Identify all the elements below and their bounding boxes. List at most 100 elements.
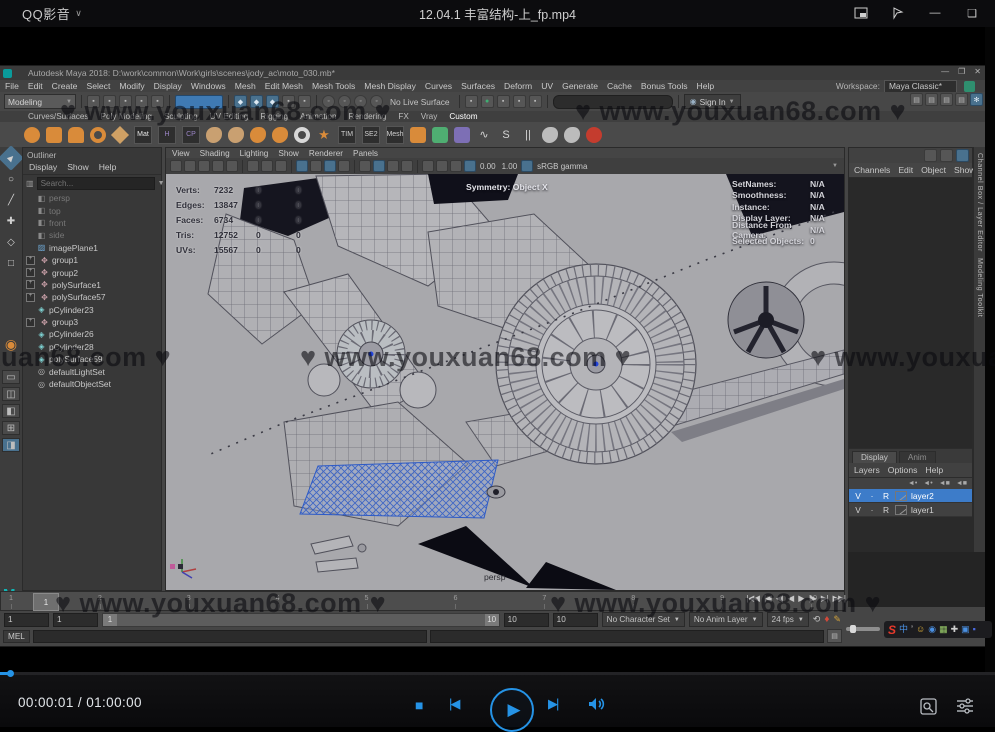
poly-plane-icon[interactable] bbox=[111, 125, 129, 143]
video-region[interactable]: Autodesk Maya 2018: D:\work\common\Work\… bbox=[0, 27, 995, 672]
status-icon-select-hierarchy[interactable]: ◆ bbox=[234, 95, 247, 108]
use-default-material-icon[interactable] bbox=[401, 160, 413, 172]
character-set-select[interactable]: No Character Set▼ bbox=[602, 612, 685, 627]
viewport-menu-panels[interactable]: Panels bbox=[353, 149, 378, 158]
field-chart-icon[interactable] bbox=[338, 160, 350, 172]
mat-chip-icon[interactable]: Mat bbox=[134, 126, 152, 144]
status-icon-open-scene[interactable]: ▪ bbox=[103, 95, 116, 108]
chevron-down-icon[interactable]: ▼ bbox=[158, 180, 165, 187]
range-handle-left[interactable]: 1 bbox=[103, 614, 117, 626]
status-icon-snap-projected-center[interactable]: ◦ bbox=[338, 95, 351, 108]
shelf-tab-curves-surfaces[interactable]: Curves/Surfaces bbox=[28, 112, 89, 121]
menu-windows[interactable]: Windows bbox=[191, 81, 226, 91]
menu-surfaces[interactable]: Surfaces bbox=[461, 81, 495, 91]
layer-color-swatch[interactable] bbox=[895, 505, 907, 515]
layer-color-swatch[interactable] bbox=[895, 491, 907, 501]
soft-modification[interactable]: ◉ bbox=[2, 335, 20, 353]
layer-playback-toggle[interactable]: · bbox=[867, 491, 877, 501]
chevron-down-icon[interactable]: ▼ bbox=[832, 163, 838, 169]
red-sphere-icon[interactable] bbox=[586, 127, 602, 143]
status-icon-save-scene[interactable]: ▪ bbox=[119, 95, 132, 108]
mode-selector[interactable]: Modeling▼ bbox=[4, 94, 76, 109]
go-to-start-button[interactable]: |◀◀ bbox=[747, 593, 759, 604]
paint-select-tool[interactable]: ╱ bbox=[2, 191, 20, 209]
outliner-item-top[interactable]: ◧top bbox=[23, 204, 161, 216]
rotate-tool[interactable]: ◇ bbox=[2, 233, 20, 251]
status-icon-ipr-render[interactable]: ▪ bbox=[497, 95, 510, 108]
chip-mesh-icon[interactable]: Mesh bbox=[386, 126, 404, 144]
viewport-menu-lighting[interactable]: Lighting bbox=[240, 149, 269, 158]
anim-layer-select[interactable]: No Anim Layer▼ bbox=[689, 612, 763, 627]
outliner-item-front[interactable]: ◧front bbox=[23, 217, 161, 229]
channel-box-menu-object[interactable]: Object bbox=[921, 165, 946, 175]
shelf-tab-animation[interactable]: Animation bbox=[300, 112, 336, 121]
night-mode-icon[interactable]: ▪ bbox=[973, 625, 976, 634]
shelf-tab-fx[interactable]: FX bbox=[398, 112, 408, 121]
poly-cube-icon[interactable] bbox=[46, 127, 62, 143]
status-icon-redo[interactable]: ▪ bbox=[151, 95, 164, 108]
status-icon-tool-settings-toggle[interactable]: ▤ bbox=[925, 93, 938, 106]
status-icon-snap-grid[interactable]: ▪ bbox=[282, 95, 295, 108]
status-icon-select-component[interactable]: ◆ bbox=[266, 95, 279, 108]
layout-four-pane[interactable]: ⊞ bbox=[2, 421, 20, 435]
green-checker-icon[interactable] bbox=[432, 127, 448, 143]
shelf-tab-rendering[interactable]: Rendering bbox=[349, 112, 387, 121]
menu-generate[interactable]: Generate bbox=[562, 81, 598, 91]
textured-icon[interactable] bbox=[387, 160, 399, 172]
scale-tool[interactable]: □ bbox=[2, 254, 20, 272]
outliner-search-input[interactable] bbox=[37, 177, 155, 190]
image-plane-icon[interactable] bbox=[226, 160, 238, 172]
viewport-panel[interactable]: ViewShadingLightingShowRendererPanels 0.… bbox=[165, 147, 845, 591]
hand-tool-2-icon[interactable] bbox=[272, 127, 288, 143]
orange-pair-icon[interactable] bbox=[410, 127, 426, 143]
auto-key-icon[interactable]: ✎ bbox=[833, 614, 841, 625]
tool-settings-icon[interactable] bbox=[940, 149, 953, 162]
layer-visibility-toggle[interactable]: V bbox=[853, 491, 863, 501]
poly-sphere-icon[interactable] bbox=[24, 127, 40, 143]
shelf-tab-vray[interactable]: Vray bbox=[421, 112, 438, 121]
step-back-key-button[interactable]: |◀ bbox=[764, 593, 771, 604]
status-icon-symmetry[interactable]: ▪ bbox=[465, 95, 478, 108]
poly-torus-icon[interactable] bbox=[90, 127, 106, 143]
tab-channel-box-layer-editor[interactable]: Channel Box / Layer Editor bbox=[976, 153, 985, 252]
menu-deform[interactable]: Deform bbox=[504, 81, 532, 91]
channel-box-icon[interactable] bbox=[956, 149, 969, 162]
shadows-icon[interactable] bbox=[422, 160, 434, 172]
screen-space-ao-icon[interactable] bbox=[436, 160, 448, 172]
next-button[interactable]: ▶| bbox=[548, 696, 557, 712]
menu-curves[interactable]: Curves bbox=[425, 81, 452, 91]
menu-select[interactable]: Select bbox=[86, 81, 110, 91]
outliner-item-group3[interactable]: +✥group3 bbox=[23, 316, 161, 328]
layer-tab-display[interactable]: Display bbox=[852, 451, 897, 463]
status-icon-attr-editor-toggle[interactable]: ▤ bbox=[910, 93, 923, 106]
curve-tool-s-icon[interactable]: S bbox=[498, 127, 514, 143]
outliner-item-pcylinder26[interactable]: ◈pCylinder26 bbox=[23, 328, 161, 340]
app-name[interactable]: QQ影音 bbox=[22, 4, 70, 23]
layout-outliner-persp[interactable]: ◨ bbox=[2, 438, 20, 452]
status-icon-select-object[interactable]: ◆ bbox=[250, 95, 263, 108]
menu-file[interactable]: File bbox=[5, 81, 19, 91]
menu-bonus-tools[interactable]: Bonus Tools bbox=[641, 81, 688, 91]
outliner-menu-show[interactable]: Show bbox=[67, 162, 89, 172]
sogou-logo-icon[interactable]: S bbox=[888, 624, 896, 636]
expand-icon[interactable]: + bbox=[26, 256, 35, 265]
status-icon-outliner-toggle[interactable]: ▤ bbox=[955, 93, 968, 106]
current-frame-marker[interactable]: 1 bbox=[33, 593, 59, 611]
progress-knob[interactable] bbox=[7, 670, 14, 677]
highlight-field[interactable] bbox=[175, 95, 223, 109]
layer-display-type-toggle[interactable]: R bbox=[881, 505, 891, 515]
sculpt-blob-icon[interactable] bbox=[206, 127, 222, 143]
bookmarks-icon[interactable] bbox=[212, 160, 224, 172]
tab-modeling-toolkit[interactable]: Modeling Toolkit bbox=[976, 258, 985, 317]
status-icon-undo[interactable]: ▪ bbox=[135, 95, 148, 108]
step-back-frame-button[interactable]: ◀| bbox=[776, 593, 783, 604]
outliner-item-pcylinder23[interactable]: ◈pCylinder23 bbox=[23, 304, 161, 316]
expand-icon[interactable]: + bbox=[26, 318, 35, 327]
loop-icon[interactable]: ⟲ bbox=[813, 614, 821, 625]
minimize-button[interactable]: — bbox=[920, 3, 950, 23]
gamma-value[interactable]: 1.00 bbox=[502, 162, 518, 171]
keyboard-icon[interactable]: ▦ bbox=[939, 625, 948, 634]
status-icon-snap-point[interactable]: ◦ bbox=[322, 95, 335, 108]
status-icon-new-scene[interactable]: ▪ bbox=[87, 95, 100, 108]
app-menu-caret-icon[interactable]: ∨ bbox=[75, 8, 82, 19]
